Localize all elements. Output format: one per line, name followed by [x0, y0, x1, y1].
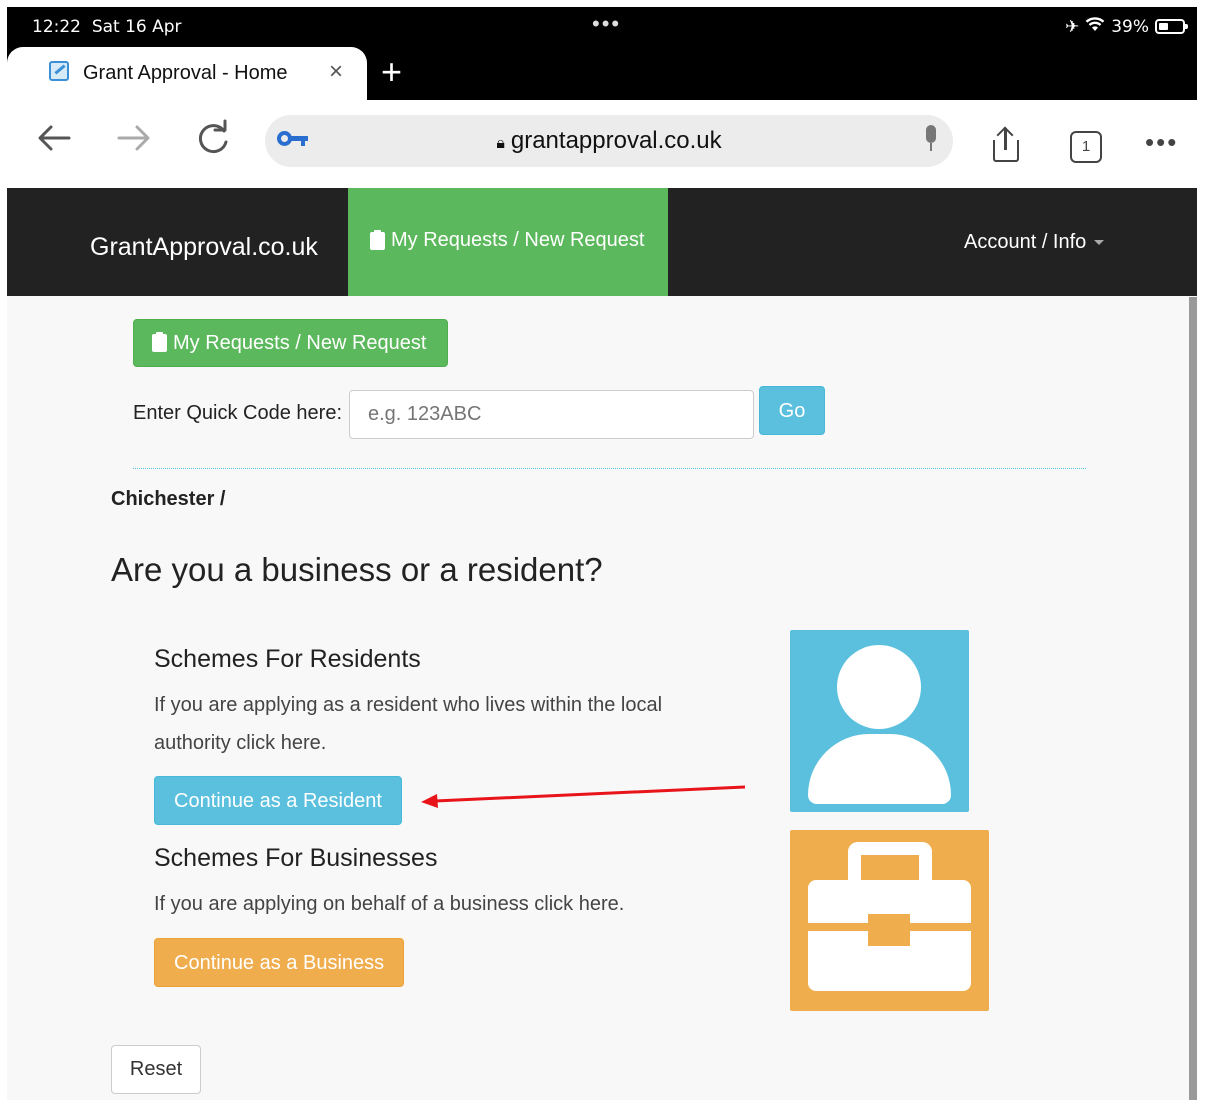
tabs-overview-button[interactable]: 1	[1070, 131, 1102, 163]
quick-code-input[interactable]	[349, 390, 754, 439]
breadcrumb[interactable]: Chichester /	[111, 488, 225, 511]
new-tab-button[interactable]: +	[381, 51, 402, 93]
battery-icon	[1155, 19, 1188, 34]
clipboard-icon	[152, 332, 167, 352]
my-requests-button[interactable]: My Requests / New Request	[133, 319, 448, 367]
share-icon[interactable]	[991, 126, 1021, 162]
time-text: 12:22	[32, 17, 81, 37]
browser-toolbar: 🔒︎ grantapproval.co.uk 1 •••	[7, 100, 1197, 188]
businesses-title: Schemes For Businesses	[154, 844, 438, 872]
residents-title: Schemes For Residents	[154, 645, 421, 673]
status-time: 12:22 Sat 16 Apr	[32, 17, 182, 37]
site-navbar: GrantApproval.co.uk My Requests / New Re…	[7, 188, 1197, 296]
url-text-wrap: 🔒︎ grantapproval.co.uk	[265, 127, 953, 155]
more-options-icon[interactable]: •••	[1145, 127, 1178, 158]
address-bar[interactable]: 🔒︎ grantapproval.co.uk	[265, 115, 953, 167]
nav-account-dropdown[interactable]: Account / Info	[964, 231, 1105, 254]
microphone-icon[interactable]	[923, 125, 939, 153]
battery-percent: 39%	[1111, 16, 1149, 37]
my-requests-button-label: My Requests / New Request	[173, 331, 427, 354]
section-divider	[133, 468, 1086, 469]
go-button[interactable]: Go	[759, 386, 825, 435]
quick-code-label: Enter Quick Code here:	[133, 402, 342, 424]
clipboard-icon	[370, 229, 385, 250]
url-text: grantapproval.co.uk	[510, 127, 722, 154]
business-briefcase-icon[interactable]	[790, 830, 989, 1011]
reload-icon[interactable]	[193, 118, 233, 167]
close-icon[interactable]: ×	[329, 58, 343, 86]
tab-title: Grant Approval - Home	[83, 62, 288, 84]
date-text: Sat 16 Apr	[91, 17, 182, 37]
screen-edge	[1189, 297, 1197, 1100]
ipad-screen: 12:22 Sat 16 Apr ••• ✈ 39% Grant Approva…	[7, 7, 1197, 1100]
reset-button[interactable]: Reset	[111, 1045, 201, 1094]
status-bar: 12:22 Sat 16 Apr ••• ✈ 39%	[7, 7, 1197, 47]
status-indicators: ✈ 39%	[1064, 16, 1188, 37]
resident-person-icon[interactable]	[790, 630, 969, 812]
site-brand[interactable]: GrantApproval.co.uk	[90, 233, 318, 262]
favicon-icon	[49, 61, 69, 81]
multitasking-dots[interactable]: •••	[592, 11, 621, 37]
annotation-arrow	[421, 785, 746, 808]
browser-tab-bar: Grant Approval - Home × +	[7, 47, 1197, 100]
nav-account-label: Account / Info	[964, 231, 1087, 253]
back-icon[interactable]	[35, 118, 75, 167]
forward-icon[interactable]	[113, 118, 153, 167]
continue-resident-button[interactable]: Continue as a Resident	[154, 776, 402, 825]
page-heading: Are you a business or a resident?	[111, 551, 603, 588]
nav-my-requests[interactable]: My Requests / New Request	[348, 188, 668, 296]
caret-down-icon	[1094, 240, 1105, 245]
wifi-icon	[1085, 16, 1105, 37]
residents-description: If you are applying as a resident who li…	[154, 694, 663, 754]
businesses-description: If you are applying on behalf of a busin…	[154, 893, 625, 915]
lock-icon: 🔒︎	[496, 135, 505, 152]
nav-my-requests-label: My Requests / New Request	[391, 229, 645, 251]
browser-tab[interactable]: Grant Approval - Home ×	[7, 47, 367, 100]
airplane-icon: ✈	[1064, 16, 1080, 37]
continue-business-button[interactable]: Continue as a Business	[154, 938, 404, 987]
